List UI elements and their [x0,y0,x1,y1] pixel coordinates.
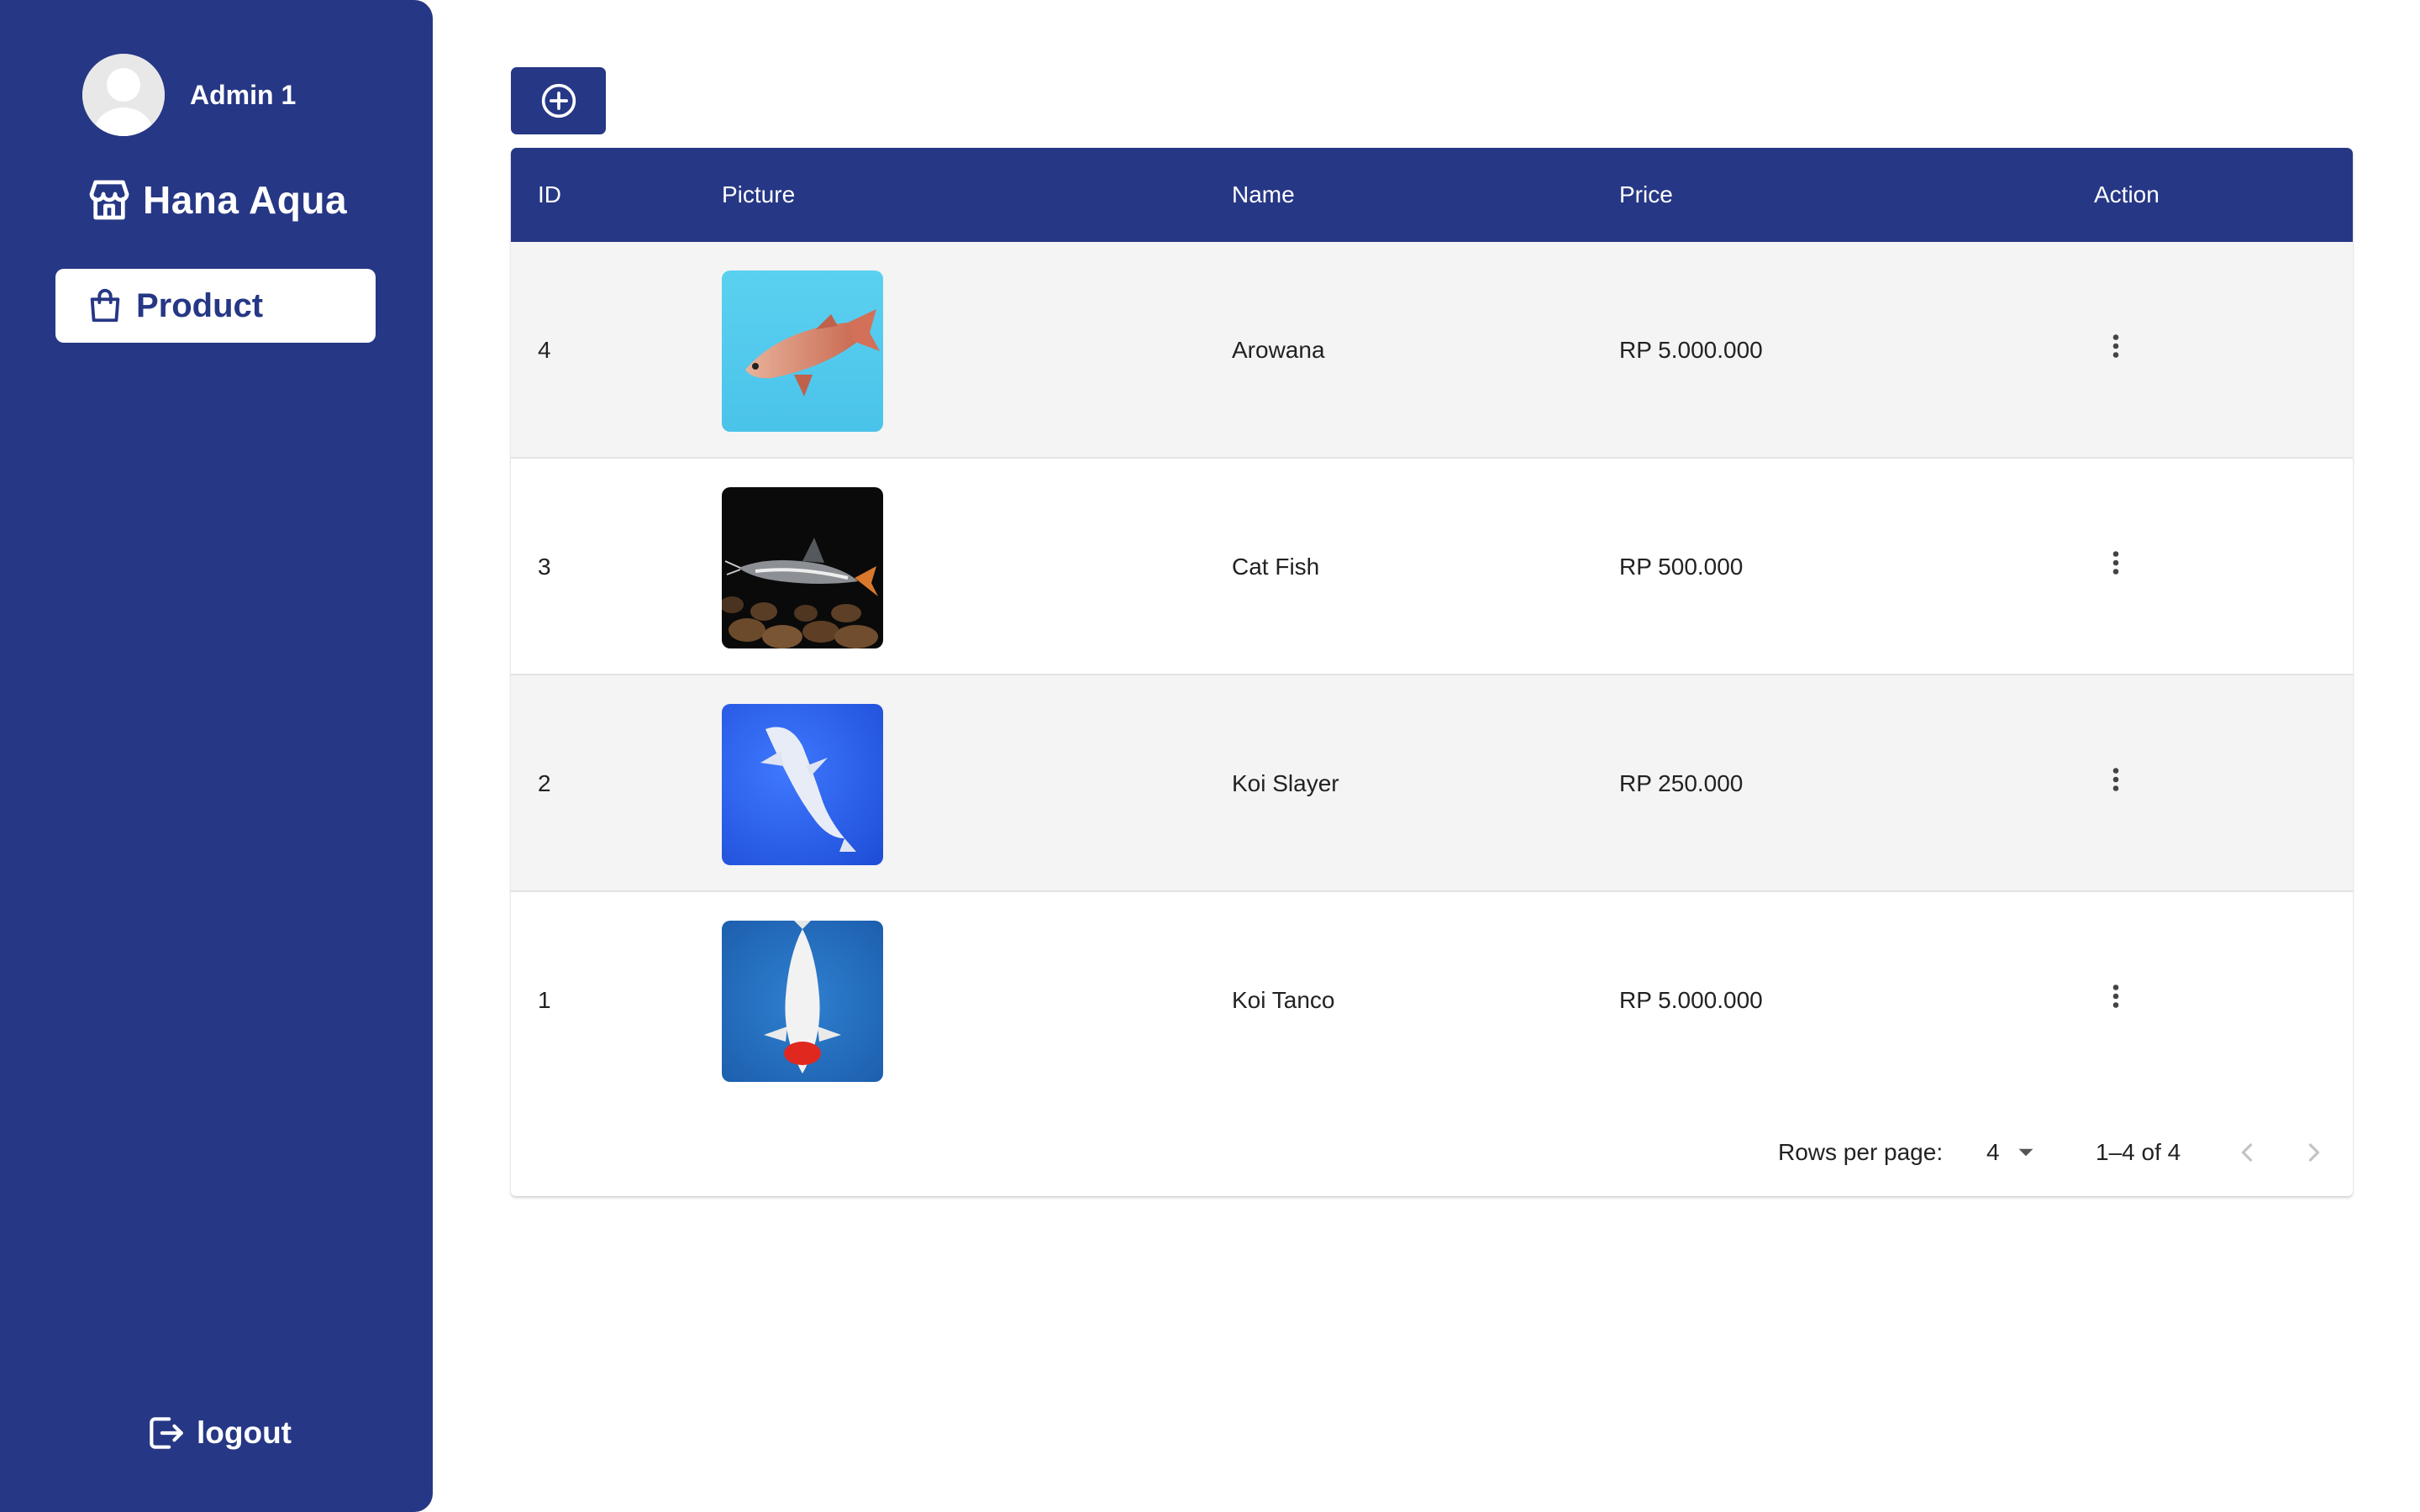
chevron-left-icon [2241,1143,2253,1162]
cell-id: 3 [538,554,551,580]
cell-price: RP 250.000 [1619,770,1744,796]
column-header-picture[interactable]: Picture [722,148,795,242]
avatar [82,54,165,136]
cell-name: Koi Tanco [1232,987,1335,1013]
cell-price: RP 500.000 [1619,554,1744,580]
table-header: ID Picture Name Price Action [511,148,2353,242]
arowana-fish-image [722,270,883,432]
row-actions-button[interactable] [2089,319,2143,373]
user-avatar-icon [82,54,165,136]
chevron-right-icon [2308,1143,2320,1162]
cell-name: Cat Fish [1232,554,1320,580]
product-picture [722,921,883,1082]
koi-tanco-image [722,921,883,1082]
rows-per-page-select[interactable]: 4 [1986,1129,2040,1176]
cat-fish-image [722,487,883,648]
user-profile: Admin 1 [82,54,296,136]
store-icon [89,180,129,220]
more-vertical-icon [2112,768,2119,791]
logout-label: logout [197,1415,292,1450]
sidebar-item-label: Product [136,286,264,324]
column-header-action: Action [2094,181,2160,207]
cell-id: 4 [538,337,551,363]
rows-per-page-value: 4 [1986,1139,2000,1165]
cell-name: Arowana [1232,337,1325,363]
column-header-name[interactable]: Name [1232,148,1295,242]
brand: Hana Aqua [86,176,347,223]
cell-id: 1 [538,987,551,1013]
shopping-bag-icon [90,288,120,323]
add-product-button[interactable] [511,67,606,134]
table-pagination: Rows per page: 4 1–4 of 4 [511,1109,2353,1196]
previous-page-button[interactable] [2223,1129,2270,1176]
row-actions-button[interactable] [2089,753,2143,806]
page-range: 1–4 of 4 [2096,1139,2181,1165]
row-actions-button[interactable] [2089,536,2143,590]
caret-down-icon [2018,1148,2033,1157]
plus-circle-icon [541,83,576,118]
cell-id: 2 [538,770,551,796]
more-vertical-icon [2112,984,2119,1008]
more-vertical-icon [2112,551,2119,575]
column-header-price[interactable]: Price [1619,148,1673,242]
sidebar: Admin 1 Hana Aqua Product logout [0,0,433,1512]
koi-slayer-image [722,704,883,865]
row-actions-button[interactable] [2089,969,2143,1023]
column-header-id[interactable]: ID [538,148,561,242]
brand-name: Hana Aqua [143,178,348,222]
table-row[interactable]: 3 Cat Fish RP 500.000 [511,459,2353,675]
user-name: Admin 1 [190,79,297,110]
product-table: ID Picture Name Price Action 4 Arowana R… [511,148,2353,1196]
more-vertical-icon [2112,334,2119,358]
product-picture [722,487,883,648]
table-row[interactable]: 2 Koi Slayer RP 250.000 [511,675,2353,892]
sidebar-item-product[interactable]: Product [55,269,376,343]
next-page-button[interactable] [2291,1129,2338,1176]
cell-name: Koi Slayer [1232,770,1339,796]
product-picture [722,704,883,865]
logout-button[interactable]: logout [145,1412,292,1454]
table-row[interactable]: 1 Koi Tanco RP 5.000.000 [511,892,2353,1109]
table-row[interactable]: 4 Arowana RP 5.000.000 [511,242,2353,459]
logout-icon [150,1417,183,1449]
product-picture [722,270,883,432]
cell-price: RP 5.000.000 [1619,337,1763,363]
cell-price: RP 5.000.000 [1619,987,1763,1013]
rows-per-page-label: Rows per page: [1778,1139,1944,1165]
